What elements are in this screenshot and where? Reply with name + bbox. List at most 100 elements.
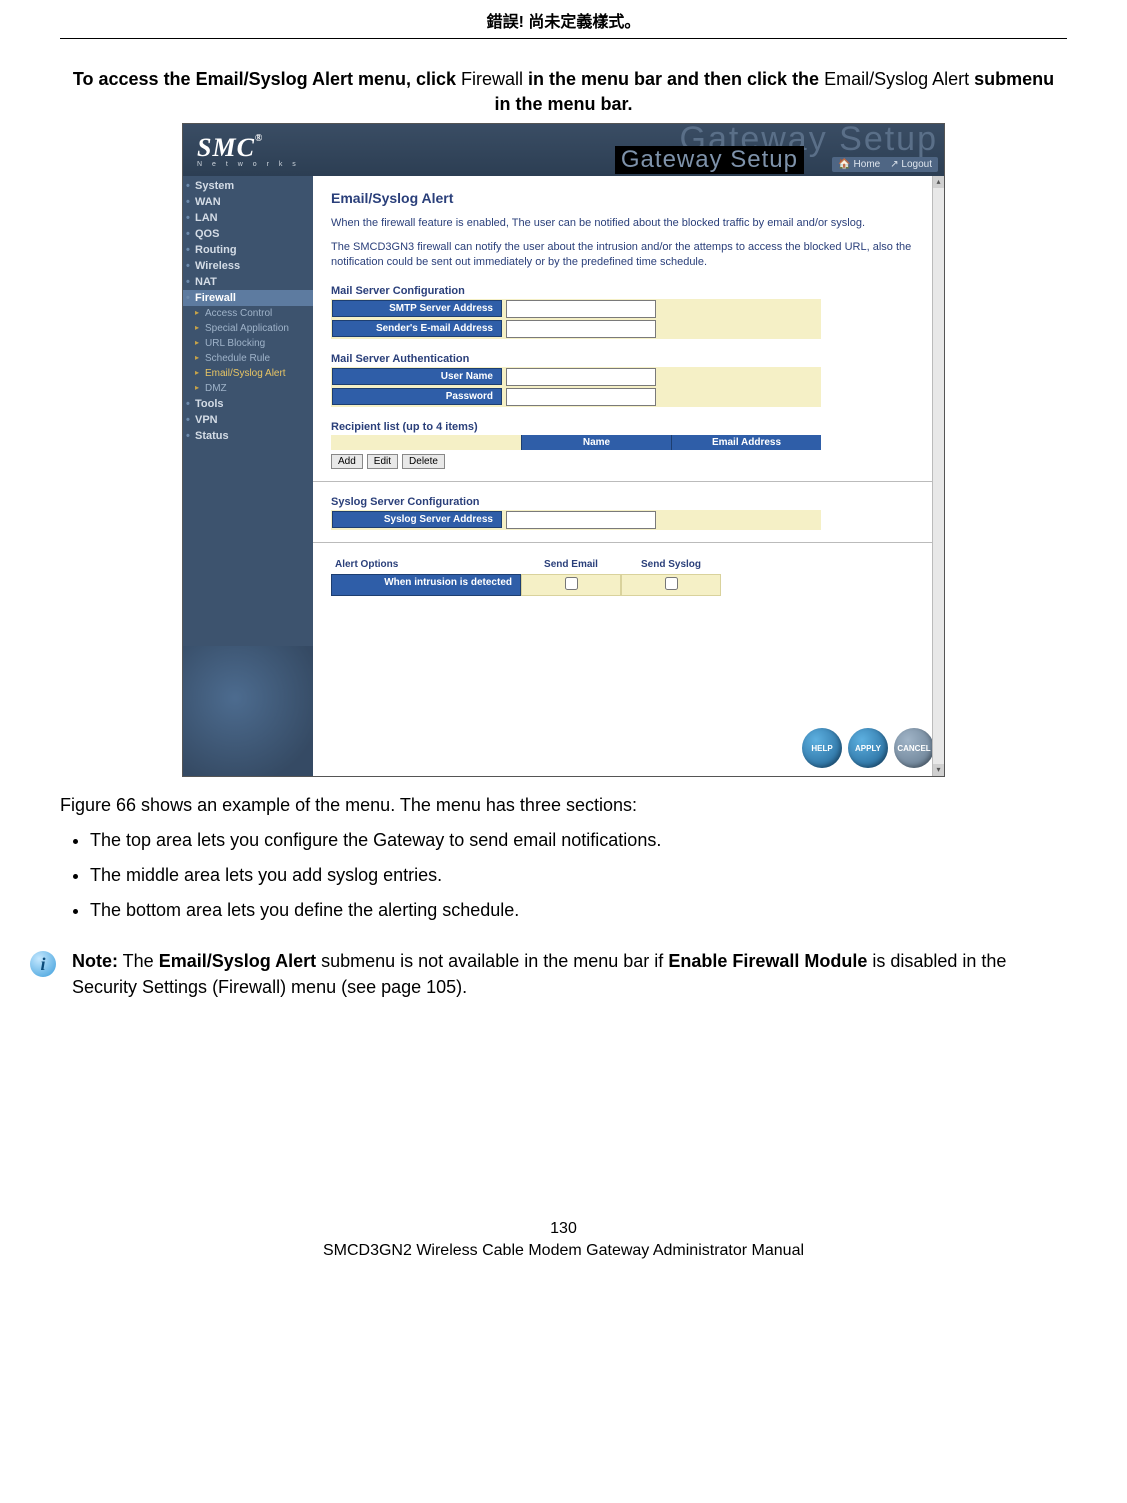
bullet-1: The top area lets you configure the Gate… xyxy=(90,830,1067,851)
section-syslog-cfg: Syslog Server Configuration xyxy=(331,496,926,508)
subnav-url-blocking[interactable]: URL Blocking xyxy=(183,336,313,351)
footer-buttons: HELP APPLY CANCEL xyxy=(802,728,934,768)
info-icon: i xyxy=(30,951,56,977)
instruction-line: To access the Email/Syslog Alert menu, c… xyxy=(70,67,1057,117)
help-button[interactable]: HELP xyxy=(802,728,842,768)
label-smtp: SMTP Server Address xyxy=(332,300,502,317)
subnav-email-syslog-alert[interactable]: Email/Syslog Alert xyxy=(183,366,313,381)
home-link-text: Home xyxy=(854,159,881,170)
sidebar: System WAN LAN QOS Routing Wireless NAT … xyxy=(183,176,313,776)
divider-2 xyxy=(313,542,944,543)
nav-nat[interactable]: NAT xyxy=(183,274,313,290)
edit-button[interactable]: Edit xyxy=(367,454,398,469)
nav-status[interactable]: Status xyxy=(183,428,313,444)
scrollbar[interactable]: ▴ ▾ xyxy=(932,176,944,776)
cancel-button[interactable]: CANCEL xyxy=(894,728,934,768)
nav-wireless[interactable]: Wireless xyxy=(183,258,313,274)
recipient-buttons: Add Edit Delete xyxy=(331,454,926,469)
logout-link[interactable]: ↗ Logout xyxy=(890,159,932,170)
checkbox-intrusion-syslog[interactable] xyxy=(665,577,678,590)
section-mail-cfg: Mail Server Configuration xyxy=(331,285,926,297)
nav-system[interactable]: System xyxy=(183,178,313,194)
subnav-schedule-rule[interactable]: Schedule Rule xyxy=(183,351,313,366)
nav-lan[interactable]: LAN xyxy=(183,210,313,226)
checkbox-intrusion-email[interactable] xyxy=(565,577,578,590)
label-syslog: Syslog Server Address xyxy=(332,511,502,528)
gateway-setup-label: Gateway Setup xyxy=(615,146,804,174)
input-pass[interactable] xyxy=(506,388,656,406)
subnav-special-application[interactable]: Special Application xyxy=(183,321,313,336)
th-email: Email Address xyxy=(671,435,821,450)
divider-1 xyxy=(313,481,944,482)
alert-options-label: Alert Options xyxy=(331,555,521,574)
row-pass: Password xyxy=(331,387,821,407)
top-links: 🏠 Home ↗ Logout xyxy=(832,157,938,172)
bullets-list: The top area lets you configure the Gate… xyxy=(90,830,1067,921)
input-sender[interactable] xyxy=(506,320,656,338)
input-syslog[interactable] xyxy=(506,511,656,529)
label-sender: Sender's E-mail Address xyxy=(332,320,502,337)
label-pass: Password xyxy=(332,388,502,405)
note-t2: submenu is not available in the menu bar… xyxy=(316,951,668,971)
logo-sub: N e t w o r k s xyxy=(197,161,300,168)
manual-title: SMCD3GN2 Wireless Cable Modem Gateway Ad… xyxy=(0,1242,1127,1260)
add-button[interactable]: Add xyxy=(331,454,363,469)
nav-tools[interactable]: Tools xyxy=(183,396,313,412)
input-smtp[interactable] xyxy=(506,300,656,318)
row-smtp: SMTP Server Address xyxy=(331,299,821,319)
th-send-syslog: Send Syslog xyxy=(621,555,721,574)
row-user: User Name xyxy=(331,367,821,387)
th-send-email: Send Email xyxy=(521,555,621,574)
section-mail-auth: Mail Server Authentication xyxy=(331,353,926,365)
logo: SMC® xyxy=(197,133,300,163)
instruction-mid: in the menu bar and then click the xyxy=(523,69,824,89)
note-b1: Email/Syslog Alert xyxy=(159,951,316,971)
instruction-link-firewall: Firewall xyxy=(461,69,523,89)
content-title: Email/Syslog Alert xyxy=(331,190,926,206)
alert-options-table: Alert Options Send Email Send Syslog Whe… xyxy=(331,555,721,596)
content-pane: Email/Syslog Alert When the firewall fea… xyxy=(313,176,944,776)
page-number: 130 xyxy=(0,1220,1127,1238)
row-intrusion-label: When intrusion is detected xyxy=(331,574,521,596)
th-name: Name xyxy=(521,435,671,450)
recipient-table-head: Name Email Address xyxy=(331,435,821,450)
bullet-2: The middle area lets you add syslog entr… xyxy=(90,865,1067,886)
scroll-down-icon[interactable]: ▾ xyxy=(933,764,944,776)
instruction-link-email: Email/Syslog Alert xyxy=(824,69,969,89)
scroll-up-icon[interactable]: ▴ xyxy=(933,176,944,188)
sidebar-decor-image xyxy=(183,646,313,776)
nav-vpn[interactable]: VPN xyxy=(183,412,313,428)
instruction-pre: To access the Email/Syslog Alert menu, c… xyxy=(73,69,461,89)
nav-qos[interactable]: QOS xyxy=(183,226,313,242)
note-label: Note: xyxy=(72,951,118,971)
home-link[interactable]: 🏠 Home xyxy=(838,159,880,170)
note-text: Note: The Email/Syslog Alert submenu is … xyxy=(72,949,1067,999)
cell-intrusion-syslog xyxy=(621,574,721,596)
logout-link-text: Logout xyxy=(901,159,932,170)
nav-routing[interactable]: Routing xyxy=(183,242,313,258)
input-user[interactable] xyxy=(506,368,656,386)
router-screenshot: SMC® N e t w o r k s Gateway Setup Gatew… xyxy=(182,123,945,777)
cell-intrusion-email xyxy=(521,574,621,596)
nav-firewall[interactable]: Firewall xyxy=(183,290,313,306)
section-recipients: Recipient list (up to 4 items) xyxy=(331,421,926,433)
subnav-dmz[interactable]: DMZ xyxy=(183,381,313,396)
logo-reg: ® xyxy=(255,133,263,144)
row-syslog: Syslog Server Address xyxy=(331,510,821,530)
apply-button[interactable]: APPLY xyxy=(848,728,888,768)
bullet-3: The bottom area lets you define the aler… xyxy=(90,900,1067,921)
page-header-error: 錯誤! 尚未定義樣式。 xyxy=(60,0,1067,39)
page-footer: 130 SMCD3GN2 Wireless Cable Modem Gatewa… xyxy=(0,1220,1127,1260)
label-user: User Name xyxy=(332,368,502,385)
delete-button[interactable]: Delete xyxy=(402,454,445,469)
logo-text: SMC xyxy=(197,133,255,162)
intro-para-1: When the firewall feature is enabled, Th… xyxy=(331,216,926,231)
logo-block: SMC® N e t w o r k s xyxy=(197,133,300,168)
banner: SMC® N e t w o r k s Gateway Setup Gatew… xyxy=(183,124,944,176)
subnav-access-control[interactable]: Access Control xyxy=(183,306,313,321)
intro-para-2: The SMCD3GN3 firewall can notify the use… xyxy=(331,240,926,271)
sub-nav: Access Control Special Application URL B… xyxy=(183,306,313,396)
row-sender: Sender's E-mail Address xyxy=(331,319,821,339)
nav-wan[interactable]: WAN xyxy=(183,194,313,210)
nav-top: System WAN LAN QOS Routing Wireless NAT … xyxy=(183,178,313,444)
